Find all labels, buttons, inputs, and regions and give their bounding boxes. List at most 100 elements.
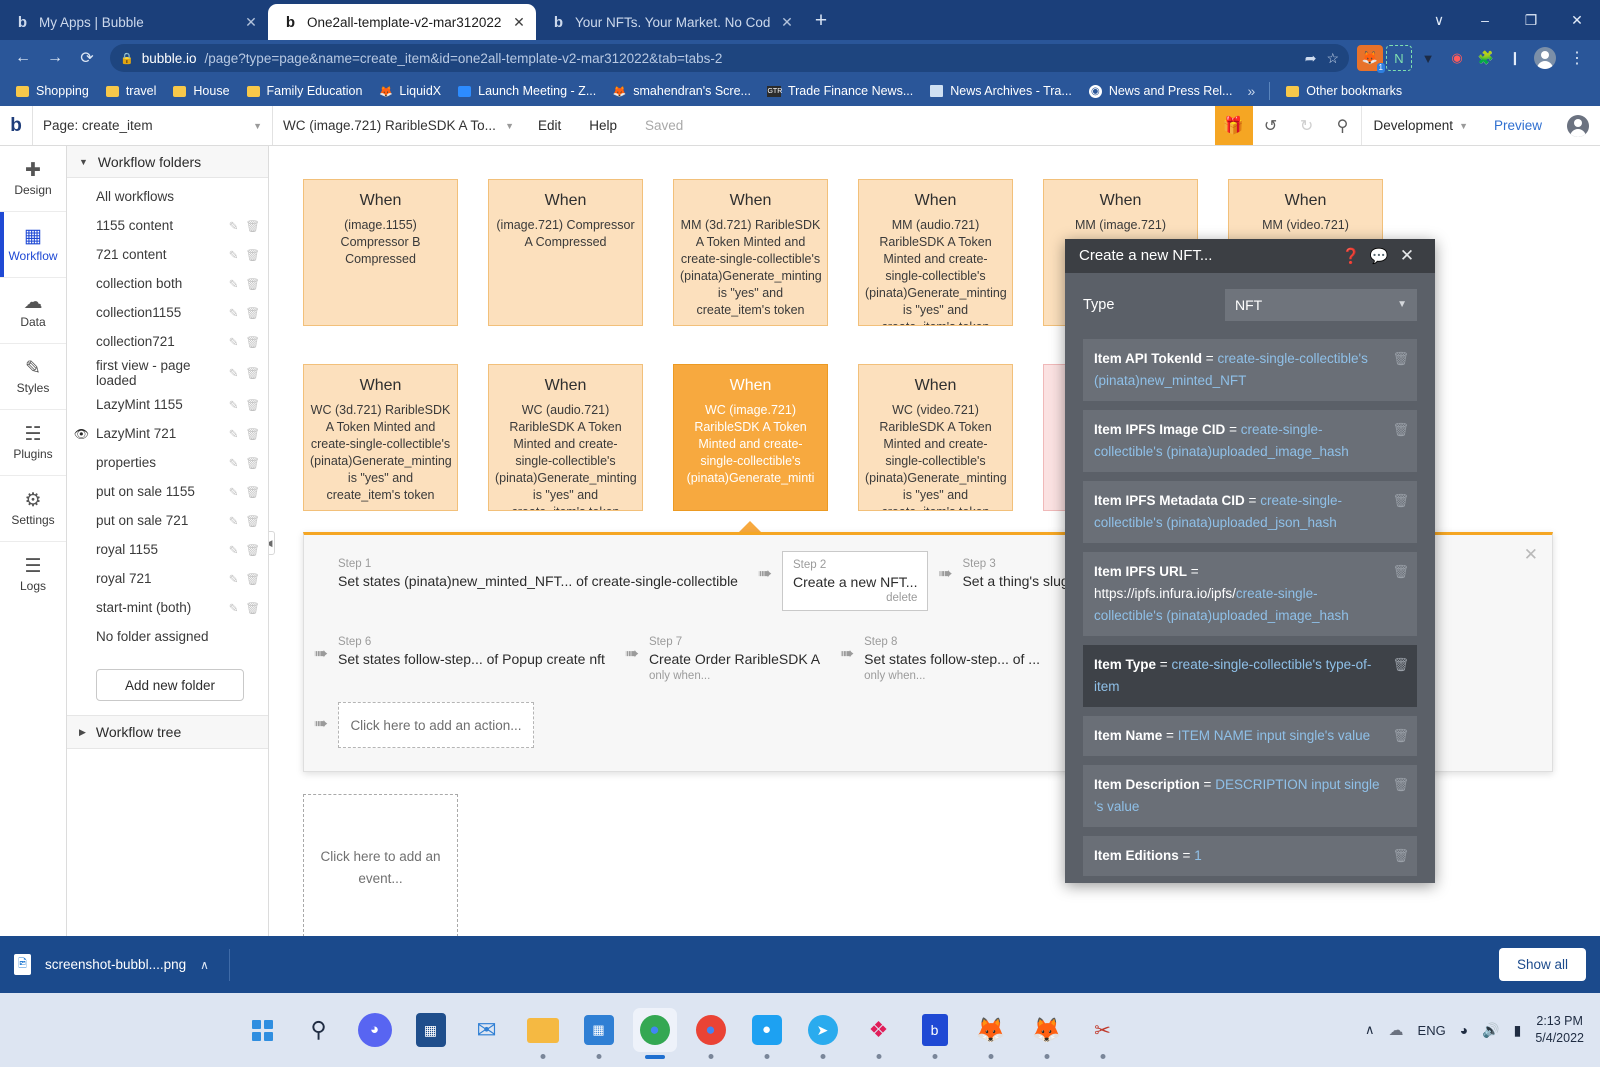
trash-icon[interactable]: 🗑 xyxy=(1392,348,1409,370)
close-icon[interactable]: ✕ xyxy=(510,14,528,31)
folder-item-royal-721[interactable]: royal 721 ✎🗑 xyxy=(67,564,268,593)
twitter-taskbar-button[interactable]: ● xyxy=(745,1008,789,1052)
step-1[interactable]: Step 1 Set states (pinata)new_minted_NFT… xyxy=(304,551,748,597)
edit-icon[interactable]: ✎ xyxy=(229,543,239,557)
when-card[interactable]: When (image.1155) Compressor B Compresse… xyxy=(303,179,458,326)
trash-icon[interactable]: 🗑 xyxy=(245,427,260,441)
sidebar-item-workflow[interactable]: ▦ Workflow xyxy=(0,212,66,278)
language-indicator[interactable]: ENG xyxy=(1418,1023,1446,1038)
bookmark-shopping[interactable]: Shopping xyxy=(8,81,96,102)
trash-icon[interactable]: 🗑 xyxy=(245,485,260,499)
edit-icon[interactable]: ✎ xyxy=(229,335,239,349)
microsoft-store-taskbar-button[interactable]: ▦ xyxy=(409,1008,453,1052)
step-8[interactable]: Step 8 Set states follow-step... of ... … xyxy=(864,629,1050,690)
field-item-ipfs-metadata-cid[interactable]: Item IPFS Metadata CID = create-single-c… xyxy=(1083,481,1417,543)
edit-icon[interactable]: ✎ xyxy=(229,306,239,320)
back-icon[interactable]: ← xyxy=(8,43,38,73)
bookmark-news-archives[interactable]: News Archives - Tra... xyxy=(922,81,1079,102)
bookmark-liquidx[interactable]: 🦊 LiquidX xyxy=(371,81,448,102)
field-item-type[interactable]: Item Type = create-single-collectible's … xyxy=(1083,645,1417,707)
edit-menu[interactable]: Edit xyxy=(524,106,575,145)
trash-icon[interactable]: 🗑 xyxy=(1392,725,1409,747)
close-icon[interactable]: ✕ xyxy=(242,14,260,31)
start-button[interactable] xyxy=(241,1008,285,1052)
side-panel-icon[interactable]: ❙ xyxy=(1502,45,1528,71)
trash-icon[interactable]: 🗑 xyxy=(245,572,260,586)
edit-icon[interactable]: ✎ xyxy=(229,456,239,470)
edit-icon[interactable]: ✎ xyxy=(229,601,239,615)
metamask-extension-icon[interactable]: 🦊 1 xyxy=(1357,45,1383,71)
metamask2-taskbar-button[interactable]: 🦊 xyxy=(1025,1008,1069,1052)
bookmark-travel[interactable]: travel xyxy=(98,81,164,102)
trash-icon[interactable]: 🗑 xyxy=(245,366,260,380)
step-7[interactable]: Step 7 Create Order RaribleSDK A only wh… xyxy=(649,629,830,690)
clock[interactable]: 2:13 PM 5/4/2022 xyxy=(1535,1013,1584,1047)
add-action-button[interactable]: Click here to add an action... xyxy=(338,702,534,748)
chrome-taskbar-button[interactable]: ● xyxy=(633,1008,677,1052)
download-extension-icon[interactable]: ▼ xyxy=(1415,45,1441,71)
forward-icon[interactable]: → xyxy=(40,43,70,73)
trash-icon[interactable]: 🗑 xyxy=(245,248,260,262)
help-icon[interactable]: ❓ xyxy=(1337,247,1365,265)
notion-extension-icon[interactable]: N xyxy=(1386,45,1412,71)
help-menu[interactable]: Help xyxy=(575,106,631,145)
slack-taskbar-button[interactable]: ❖ xyxy=(857,1008,901,1052)
folder-item-collection-both[interactable]: collection both ✎🗑 xyxy=(67,269,268,298)
bookmark-star-icon[interactable]: ☆ xyxy=(1326,50,1339,67)
search-icon[interactable]: ⚲ xyxy=(1325,106,1361,145)
type-dropdown[interactable]: NFT ▼ xyxy=(1225,289,1417,321)
maximize-button[interactable]: ❐ xyxy=(1508,3,1554,37)
trash-icon[interactable]: 🗑 xyxy=(245,398,260,412)
panel-collapse-handle[interactable]: ◀ xyxy=(269,531,275,555)
trash-icon[interactable]: 🗑 xyxy=(245,277,260,291)
folder-item-1155-content[interactable]: 1155 content ✎🗑 xyxy=(67,211,268,240)
gift-icon[interactable]: 🎁 xyxy=(1215,106,1253,145)
browser-tab-1[interactable]: b One2all-template-v2-mar312022 ✕ xyxy=(268,4,536,40)
trash-icon[interactable]: 🗑 xyxy=(1392,490,1409,512)
wifi-icon[interactable]: ◕ xyxy=(1460,1022,1468,1038)
edit-icon[interactable]: ✎ xyxy=(229,219,239,233)
user-avatar[interactable] xyxy=(1556,106,1600,145)
edit-icon[interactable]: ✎ xyxy=(229,514,239,528)
show-all-downloads-button[interactable]: Show all xyxy=(1499,948,1586,981)
edit-icon[interactable]: ✎ xyxy=(229,277,239,291)
trash-icon[interactable]: 🗑 xyxy=(245,514,260,528)
folder-item-721-content[interactable]: 721 content ✎🗑 xyxy=(67,240,268,269)
other-bookmarks-button[interactable]: Other bookmarks xyxy=(1278,81,1409,102)
when-card[interactable]: When MM (audio.721) RaribleSDK A Token M… xyxy=(858,179,1013,326)
step-6[interactable]: Step 6 Set states follow-step... of Popu… xyxy=(338,629,615,675)
folder-item-all-workflows[interactable]: All workflows xyxy=(67,182,268,211)
folder-item-lazymint-721[interactable]: 👁 LazyMint 721 ✎🗑 xyxy=(67,419,268,448)
version-selector[interactable]: Development ▼ xyxy=(1361,106,1480,145)
page-selector[interactable]: Page: create_item ▼ xyxy=(32,106,272,145)
bookmark-house[interactable]: House xyxy=(165,81,236,102)
edit-icon[interactable]: ✎ xyxy=(229,366,239,380)
add-event-placeholder[interactable]: Click here to add an event... xyxy=(303,794,458,936)
sidebar-item-settings[interactable]: ⚙ Settings xyxy=(0,476,66,542)
preview-button[interactable]: Preview xyxy=(1480,118,1556,133)
chrome-menu-icon[interactable]: ⋮ xyxy=(1562,43,1592,73)
bubble-logo-icon[interactable]: b xyxy=(0,115,32,137)
trash-icon[interactable]: 🗑 xyxy=(1392,845,1409,867)
folder-item-first-view-page-loaded[interactable]: first view - page loaded ✎🗑 xyxy=(67,356,268,390)
eye-icon[interactable]: 👁 xyxy=(67,427,96,441)
close-icon[interactable]: ✕ xyxy=(1524,545,1538,565)
trash-icon[interactable]: 🗑 xyxy=(245,306,260,320)
minimize-button[interactable]: – xyxy=(1462,3,1508,37)
trash-icon[interactable]: 🗑 xyxy=(1392,774,1409,796)
trash-icon[interactable]: 🗑 xyxy=(245,219,260,233)
bookmark-news-press-releases[interactable]: ◉ News and Press Rel... xyxy=(1081,81,1240,102)
folder-item-put-on-sale-1155[interactable]: put on sale 1155 ✎🗑 xyxy=(67,477,268,506)
edit-icon[interactable]: ✎ xyxy=(229,485,239,499)
workflow-folders-header[interactable]: ▼ Workflow folders xyxy=(67,146,268,178)
sidebar-item-styles[interactable]: ✎ Styles xyxy=(0,344,66,410)
volume-icon[interactable]: 🔊 xyxy=(1482,1022,1499,1039)
sidebar-item-data[interactable]: ☁ Data xyxy=(0,278,66,344)
add-new-folder-button[interactable]: Add new folder xyxy=(96,669,244,701)
trash-icon[interactable]: 🗑 xyxy=(1392,419,1409,441)
new-tab-button[interactable]: + xyxy=(804,4,838,38)
metamask-taskbar-button[interactable]: 🦊 xyxy=(969,1008,1013,1052)
snip-taskbar-button[interactable]: ✂ xyxy=(1081,1008,1125,1052)
folder-item-start-mint-both[interactable]: start-mint (both) ✎🗑 xyxy=(67,593,268,622)
colorzilla-extension-icon[interactable]: ◉ xyxy=(1444,45,1470,71)
